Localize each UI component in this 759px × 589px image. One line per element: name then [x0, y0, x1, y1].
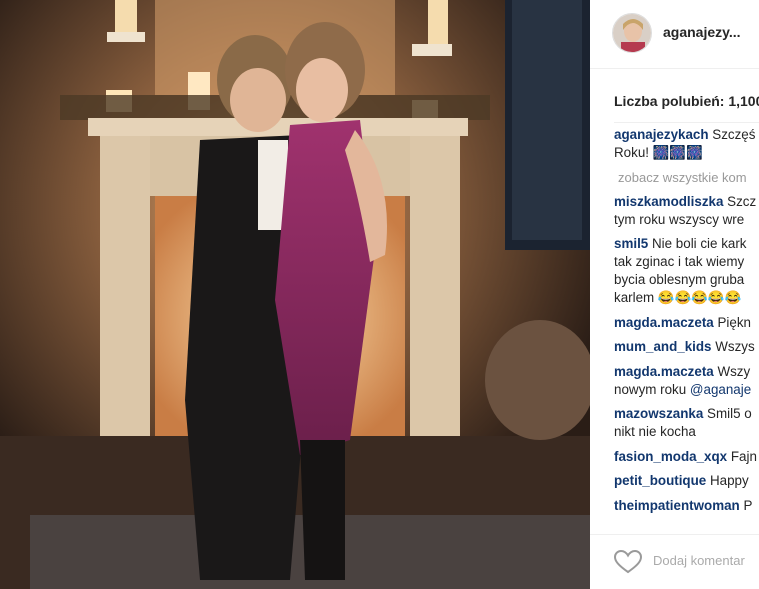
caption-user[interactable]: aganajezykach	[614, 127, 709, 142]
comment-user[interactable]: fasion_moda_xqx	[614, 449, 727, 464]
comment-user[interactable]: miszkamodliszka	[614, 194, 723, 209]
comment-text-line: karlem 😂😂😂😂😂	[614, 290, 742, 305]
comment-mention[interactable]: @aganaje	[690, 382, 751, 397]
post-photo[interactable]	[0, 0, 590, 589]
heart-outline-icon[interactable]	[614, 550, 642, 574]
comment-text: Nie boli cie kark	[651, 236, 747, 251]
comment-item: fasion_moda_xqx Fajn	[614, 448, 759, 466]
comment-text-line: bycia oblesnym gruba	[614, 272, 745, 287]
comment-item: magda.maczeta Piękn	[614, 314, 759, 332]
comment-user[interactable]: mum_and_kids	[614, 339, 712, 354]
comment-user[interactable]: mazowszanka	[614, 406, 703, 421]
likes-count[interactable]: Liczba polubień: 1,100	[614, 93, 759, 109]
comment-item: mazowszanka Smil5 o nikt nie kocha	[614, 405, 759, 441]
comment-user[interactable]: smil5	[614, 236, 648, 251]
comment-text: Fajn	[730, 448, 757, 464]
comment-item: miszkamodliszka Szcz tym roku wszyscy wr…	[614, 193, 759, 229]
comment-text: Happy	[709, 473, 749, 488]
post-sidebar: aganajezy... Liczba polubień: 1,100 agan…	[590, 0, 759, 589]
comment-text: Wszys	[715, 339, 755, 354]
comment-text-line: nowym roku	[614, 381, 690, 397]
comment-item: petit_boutique Happy	[614, 472, 759, 490]
post-footer: Dodaj komentar	[590, 534, 759, 589]
post-username[interactable]: aganajezy...	[663, 24, 741, 40]
avatar-image	[613, 14, 651, 52]
comment-text: P	[743, 497, 753, 513]
comment-item: smil5 Nie boli cie kark tak zginac i tak…	[614, 235, 759, 307]
comment-item: magda.maczeta Wszy nowym roku @aganaje	[614, 363, 759, 399]
comment-text: Szcz	[727, 193, 757, 209]
comment-text-line: nikt nie kocha	[614, 424, 696, 439]
comment-item: mum_and_kids Wszys	[614, 338, 759, 356]
profile-avatar[interactable]	[612, 13, 652, 53]
comment-text-line: tym roku wszyscy wre	[614, 211, 745, 227]
add-comment-input[interactable]: Dodaj komentar	[653, 553, 745, 568]
caption-text: Szczęś	[712, 127, 756, 142]
divider	[614, 122, 759, 123]
comments-list: aganajezykach Szczęś Roku! 🎆🎆🎆 zobacz ws…	[614, 126, 759, 521]
photo-illustration	[0, 0, 590, 589]
comment-text: Wszy	[717, 363, 751, 379]
comment-user[interactable]: petit_boutique	[614, 473, 706, 488]
comment-user[interactable]: magda.maczeta	[614, 315, 714, 330]
caption-text-line2: Roku! 🎆🎆🎆	[614, 145, 703, 160]
comment-user[interactable]: magda.maczeta	[614, 364, 714, 379]
comment-item: theimpatientwoman P	[614, 497, 759, 515]
comment-user[interactable]: theimpatientwoman	[614, 498, 740, 513]
comment-text: Smil5 o	[707, 406, 752, 421]
view-all-comments-link[interactable]: zobacz wszystkie kom	[614, 169, 759, 187]
caption: aganajezykach Szczęś Roku! 🎆🎆🎆	[614, 126, 759, 162]
comment-text: Piękn	[717, 314, 751, 330]
post-header: aganajezy...	[590, 0, 759, 69]
comment-text-line: tak zginac i tak wiemy	[614, 254, 745, 269]
